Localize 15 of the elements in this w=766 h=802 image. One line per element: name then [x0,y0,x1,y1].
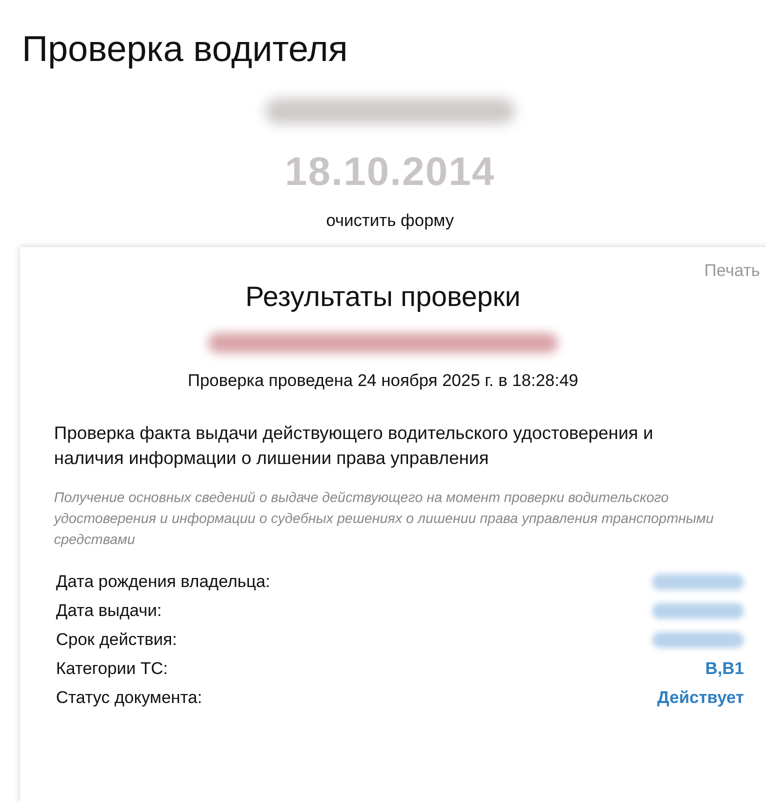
field-label: Категории ТС: [56,658,168,678]
clear-form-link[interactable]: очистить форму [326,211,454,231]
page-title: Проверка водителя [22,28,349,70]
field-label: Статус документа: [56,688,202,708]
field-value: B,B1 [705,658,744,678]
print-link[interactable]: Печать [704,261,760,281]
date-field[interactable]: 18.10.2014 [284,150,496,195]
check-timestamp: Проверка проведена 24 ноября 2025 г. в 18:28:49 [186,371,580,391]
field-value: Действует [657,688,744,708]
field-label: Дата рождения владельца: [56,572,270,592]
section-title: Проверка факта выдачи действующего водительского удостоверения и наличия информации о лишении права управления [54,422,654,470]
section-description: Получение основных сведений о выдаче действующего на момент проверки водительского удостоверения и информации о судебных решениях о лишении права управления транспортными средствами [54,488,715,549]
field-label: Срок действия: [56,630,177,650]
field-label: Дата выдачи: [56,600,162,620]
results-title: Результаты проверки [244,281,522,313]
